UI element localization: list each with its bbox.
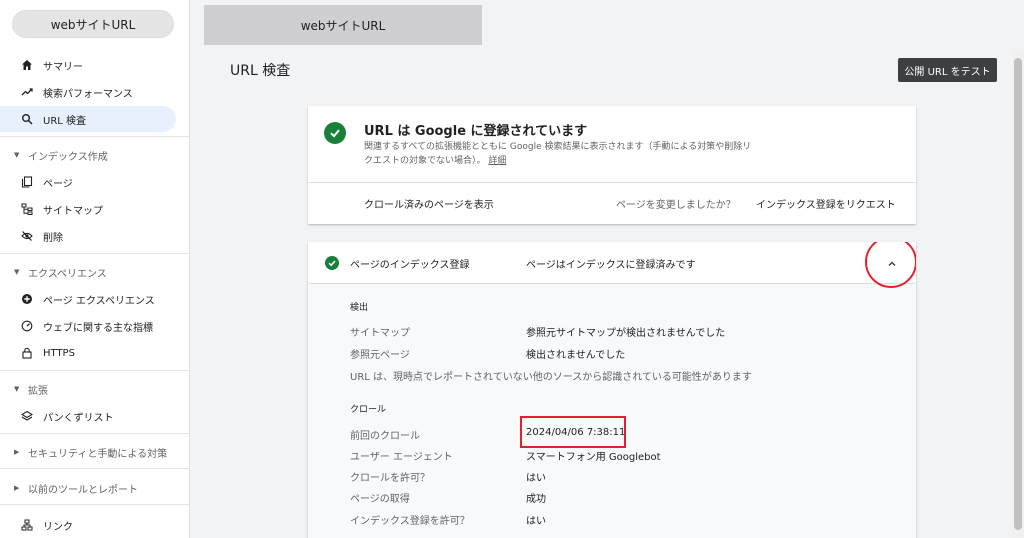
home-icon <box>20 58 34 72</box>
search-console-app: webサイトURL サマリー 検索パフォーマンス URL 検査 ▼ インデックス… <box>0 0 1024 538</box>
divider <box>0 468 190 469</box>
plus-circle-icon <box>20 292 34 306</box>
caret-down-icon: ▼ <box>14 151 20 159</box>
eye-off-icon <box>20 229 34 243</box>
request-indexing-link[interactable]: インデックス登録をリクエスト <box>756 196 896 211</box>
scrollbar[interactable] <box>1012 50 1024 538</box>
sitemap-value: 参照元サイトマップが検出されませんでした <box>526 328 726 339</box>
sidebar-item-label: 削除 <box>43 232 63 244</box>
sidebar-item-pages[interactable]: ページ <box>0 169 176 195</box>
property-selector[interactable]: webサイトURL <box>12 10 174 38</box>
sidebar-item-removals[interactable]: 削除 <box>0 223 176 249</box>
section-index[interactable]: ▼ インデックス作成 <box>0 144 190 166</box>
trend-icon <box>20 85 34 99</box>
page-title: URL 検査 <box>230 63 291 79</box>
sidebar-item-label: ページ エクスペリエンス <box>43 295 155 307</box>
section-experience[interactable]: ▼ エクスペリエンス <box>0 261 190 283</box>
sidebar-item-label: ページ <box>43 178 73 190</box>
url-status-card: URL は Google に登録されています 関連するすべての拡張機能とともに … <box>308 106 916 224</box>
sidebar-item-label: URL 検査 <box>43 115 87 127</box>
section-legacy[interactable]: ▶ 以前のツールとレポート <box>0 477 190 499</box>
user-agent-value: スマートフォン用 Googlebot <box>526 452 661 463</box>
sitemap-icon <box>20 202 34 216</box>
changed-question-text: ページを変更しましたか？ <box>616 200 736 211</box>
view-crawled-page-link[interactable]: クロール済みのページを表示 <box>364 196 494 211</box>
check-circle-icon <box>324 122 346 144</box>
lock-icon <box>20 346 34 360</box>
caret-right-icon: ▶ <box>14 448 20 456</box>
details-link[interactable]: 詳細 <box>488 156 506 166</box>
divider <box>0 370 190 371</box>
sidebar-item-sitemaps[interactable]: サイトマップ <box>0 196 176 222</box>
page-fetch-value: 成功 <box>526 494 546 505</box>
divider <box>308 182 916 183</box>
status-description-text: 関連するすべての拡張機能とともに Google 検索結果に表示されます（手動によ… <box>364 142 752 166</box>
sidebar-item-label: サマリー <box>43 61 83 73</box>
layers-icon <box>20 409 34 423</box>
sidebar-item-label: 検索パフォーマンス <box>43 88 133 100</box>
divider <box>0 136 190 137</box>
section-extensions[interactable]: ▼ 拡張 <box>0 378 190 400</box>
status-description: 関連するすべての拡張機能とともに Google 検索結果に表示されます（手動によ… <box>364 140 756 168</box>
caret-down-icon: ▼ <box>14 268 20 276</box>
sitemap-label: サイトマップ <box>350 328 410 339</box>
section-label: セキュリティと手動による対策 <box>28 448 168 460</box>
user-agent-label: ユーザー エージェント <box>350 452 453 463</box>
section-security[interactable]: ▶ セキュリティと手動による対策 <box>0 441 190 463</box>
page-indexing-value: ページはインデックスに登録済みです <box>526 260 696 271</box>
links-icon <box>20 518 34 532</box>
sidebar-item-summary[interactable]: サマリー <box>0 52 176 78</box>
sidebar-item-url-inspection[interactable]: URL 検査 <box>0 106 176 132</box>
sidebar-item-breadcrumbs[interactable]: パンくずリスト <box>0 403 176 429</box>
caret-right-icon: ▶ <box>14 484 20 492</box>
page-indexing-label: ページのインデックス登録 <box>350 260 470 271</box>
search-icon <box>20 112 34 126</box>
referring-page-label: 参照元ページ <box>350 350 410 361</box>
last-crawl-label: 前回のクロール <box>350 431 420 442</box>
highlight-box <box>520 416 626 448</box>
caret-down-icon: ▼ <box>14 385 20 393</box>
divider <box>0 253 190 254</box>
crawl-allowed-value: はい <box>526 473 546 484</box>
status-title: URL は Google に登録されています <box>364 124 588 139</box>
sidebar-item-core-web-vitals[interactable]: ウェブに関する主な指標 <box>0 313 176 339</box>
divider <box>0 504 190 505</box>
sidebar-item-label: サイトマップ <box>43 205 103 217</box>
test-live-url-button[interactable]: 公開 URL をテスト <box>898 58 997 82</box>
section-label: エクスペリエンス <box>28 268 107 280</box>
section-label: 以前のツールとレポート <box>28 484 138 496</box>
sidebar-item-https[interactable]: HTTPS <box>0 340 176 366</box>
sidebar-item-label: ウェブに関する主な指標 <box>43 322 153 334</box>
sidebar-item-label: パンくずリスト <box>43 412 114 424</box>
chevron-up-icon <box>886 255 898 274</box>
sidebar-item-links[interactable]: リンク <box>0 512 176 538</box>
indexing-allowed-value: はい <box>526 516 546 527</box>
section-label: インデックス作成 <box>28 151 108 163</box>
referring-page-value: 検出されませんでした <box>526 350 626 361</box>
sidebar: webサイトURL サマリー 検索パフォーマンス URL 検査 ▼ インデックス… <box>0 0 190 538</box>
indexing-allowed-label: インデックス登録を許可？ <box>350 516 470 527</box>
crawl-allowed-label: クロールを許可？ <box>350 473 430 484</box>
url-placeholder-tab: webサイトURL <box>204 5 482 45</box>
crawl-section-title: クロール <box>350 405 387 415</box>
collapse-button[interactable] <box>870 244 914 284</box>
sidebar-item-label: リンク <box>43 521 73 533</box>
sidebar-item-performance[interactable]: 検索パフォーマンス <box>0 79 176 105</box>
scrollbar-thumb[interactable] <box>1014 58 1022 530</box>
divider <box>0 433 190 434</box>
discovery-section-title: 検出 <box>350 303 369 313</box>
check-circle-icon <box>325 256 339 270</box>
discovery-note: URL は、現時点でレポートされていない他のソースから認識されている可能性があり… <box>350 372 752 383</box>
pages-icon <box>20 175 34 189</box>
gauge-icon <box>20 319 34 333</box>
page-indexing-header[interactable]: ページのインデックス登録 ページはインデックスに登録済みです <box>308 242 916 288</box>
page-fetch-label: ページの取得 <box>350 494 410 505</box>
page-indexing-card: ページのインデックス登録 ページはインデックスに登録済みです 検出 サイトマップ… <box>308 242 916 538</box>
sidebar-item-page-experience[interactable]: ページ エクスペリエンス <box>0 286 176 312</box>
section-label: 拡張 <box>28 385 48 397</box>
sidebar-item-label: HTTPS <box>43 347 75 359</box>
